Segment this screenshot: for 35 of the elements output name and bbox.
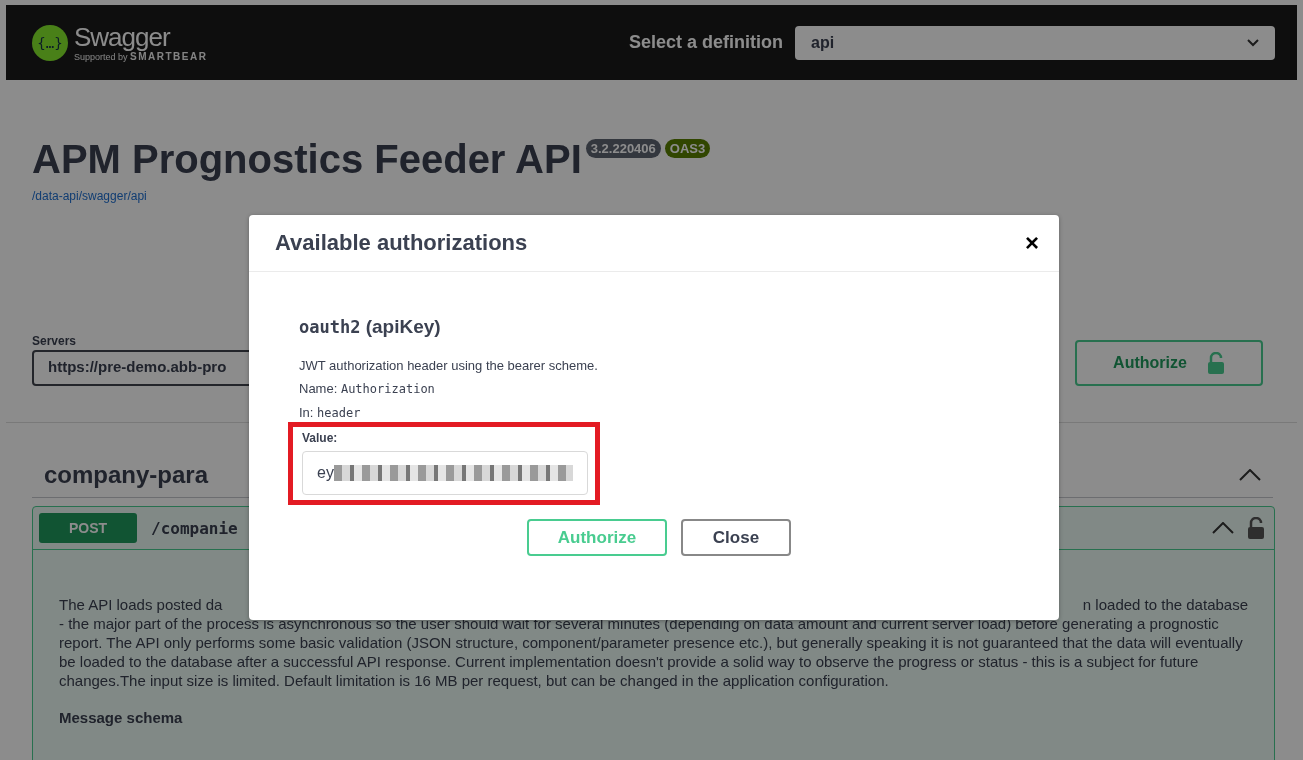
close-button[interactable]: × [1025, 229, 1039, 257]
description-text: n loaded to the database [1082, 595, 1248, 614]
section-title: company-para [44, 461, 209, 489]
api-title: APM Prognostics Feeder API [32, 136, 582, 183]
scheme-description: JWT authorization header using the bearer scheme. [299, 357, 599, 375]
method-badge: POST [39, 513, 137, 543]
chevron-icon [1239, 469, 1261, 481]
servers-label: Servers [32, 334, 78, 348]
schema-heading: Message schema [59, 708, 184, 727]
close-button[interactable]: Close [681, 519, 791, 556]
definition-label: Select a definition [628, 32, 783, 53]
chevron-icon[interactable] [1212, 522, 1234, 534]
authorize-button[interactable]: Authorize [1075, 340, 1263, 386]
name-label: Name: [299, 381, 338, 396]
logo-brand: SMARTBEAR [130, 51, 208, 62]
scheme-type: (apiKey) [365, 316, 441, 337]
value-input-field[interactable]: ey [302, 451, 588, 495]
chevron-down-icon [1247, 38, 1259, 47]
scheme-name: oauth2 [299, 317, 361, 337]
definition-select[interactable]: api [795, 25, 1275, 60]
logo-tagline: Supported by [74, 52, 128, 62]
in-label: In: [299, 405, 314, 420]
dialog-title: Available authorizations [275, 230, 528, 256]
name-value: Authorization [340, 382, 435, 396]
spec-url-link[interactable]: /data-api/swagger/api [32, 189, 147, 203]
description-text: The API loads posted da [59, 595, 223, 614]
logo-name: Swagger [74, 23, 171, 51]
swagger-logo-icon: {…} [32, 24, 68, 61]
oas-badge: OAS3 [664, 139, 711, 158]
lock-icon[interactable] [1248, 517, 1264, 539]
version-badge: 3.2.220406 [585, 139, 661, 158]
value-label: Value: [302, 431, 339, 445]
in-value: header [317, 406, 361, 420]
operation-path: /companie [151, 518, 238, 538]
lock-icon [1206, 352, 1225, 374]
